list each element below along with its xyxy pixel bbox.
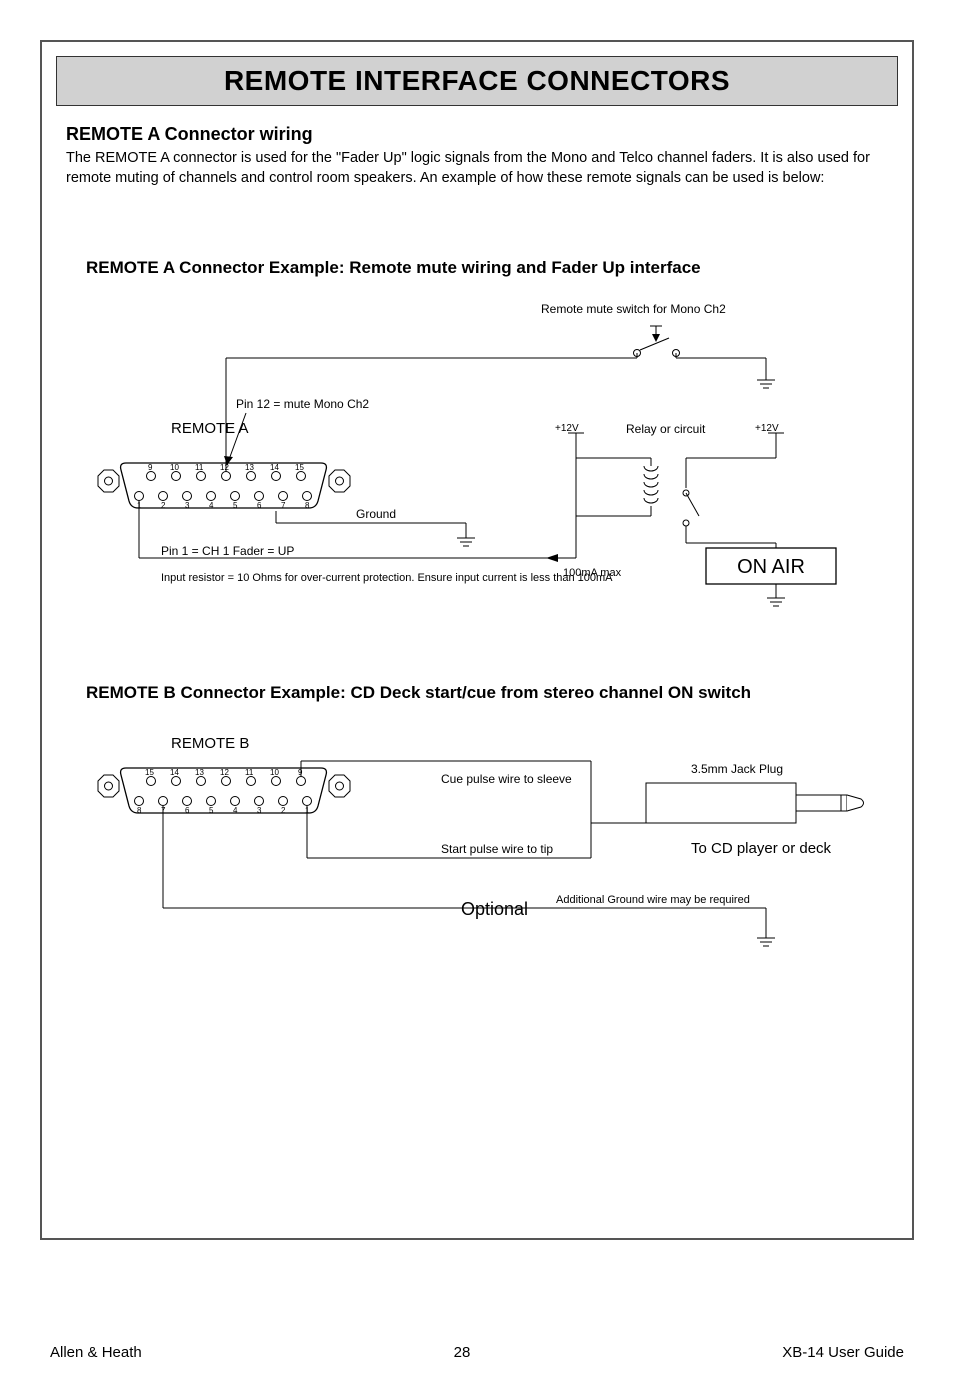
svg-text:4: 4 [209, 501, 214, 510]
pin1-note: Pin 1 = CH 1 Fader = UP [161, 544, 294, 558]
svg-text:12: 12 [220, 463, 229, 472]
svg-text:11: 11 [195, 463, 204, 472]
svg-text:14: 14 [170, 768, 179, 777]
to-player-label: To CD player or deck [691, 840, 832, 857]
page-title: REMOTE INTERFACE CONNECTORS [56, 56, 898, 106]
svg-text:10: 10 [270, 768, 279, 777]
page-footer: Allen & Heath 28 XB-14 User Guide [0, 1344, 954, 1361]
svg-text:8: 8 [305, 501, 310, 510]
relay-label: Relay or circuit [626, 422, 706, 436]
remote-b-label: REMOTE B [171, 735, 249, 752]
v12-left: +12V [555, 423, 579, 434]
cue-label: Cue pulse wire to sleeve [441, 772, 572, 786]
example-b-heading: REMOTE B Connector Example: CD Deck star… [86, 683, 888, 703]
remote-b-diagram: REMOTE B 15 14 13 12 11 10 9 [66, 723, 888, 1013]
svg-text:6: 6 [257, 501, 262, 510]
svg-text:13: 13 [245, 463, 254, 472]
footer-right: XB-14 User Guide [782, 1344, 904, 1361]
svg-text:2: 2 [161, 501, 166, 510]
svg-text:12: 12 [220, 768, 229, 777]
extra-ground-label: Additional Ground wire may be required [556, 894, 750, 906]
svg-text:5: 5 [209, 806, 214, 815]
jack-plug-icon [591, 783, 864, 823]
svg-text:15: 15 [145, 768, 154, 777]
on-air-box: ON AIR [737, 556, 805, 578]
v12-right: +12V [755, 423, 779, 434]
switch-label: Remote mute switch for Mono Ch2 [541, 302, 726, 316]
relay-coil-icon [644, 458, 658, 516]
svg-text:4: 4 [233, 806, 238, 815]
svg-text:3: 3 [257, 806, 262, 815]
section-a-heading: REMOTE A Connector wiring [66, 124, 888, 145]
section-a-body: The REMOTE A connector is used for the "… [66, 149, 888, 188]
content-area: REMOTE A Connector wiring The REMOTE A c… [42, 106, 912, 1013]
example-a-heading: REMOTE A Connector Example: Remote mute … [86, 258, 888, 278]
svg-text:13: 13 [195, 768, 204, 777]
resistor-note-1: Input resistor = 10 Ohms for over-curren… [161, 572, 613, 584]
page-frame: REMOTE INTERFACE CONNECTORS REMOTE A Con… [40, 40, 914, 1240]
svg-text:6: 6 [185, 806, 190, 815]
mute-switch-icon [226, 326, 680, 358]
relay-contact-icon [683, 490, 699, 526]
svg-text:10: 10 [170, 463, 179, 472]
footer-center: 28 [454, 1344, 471, 1361]
svg-text:15: 15 [295, 463, 304, 472]
svg-text:11: 11 [245, 768, 254, 777]
pin12-note: Pin 12 = mute Mono Ch2 [236, 397, 369, 411]
footer-left: Allen & Heath [50, 1344, 142, 1361]
optional-label: Optional [461, 899, 528, 919]
remote-a-diagram: REMOTE A Pin 12 = mute Mono Ch2 9 [66, 298, 888, 628]
svg-text:7: 7 [281, 501, 286, 510]
ground-label: Ground [356, 507, 396, 521]
jack-label: 3.5mm Jack Plug [691, 762, 783, 776]
svg-text:8: 8 [137, 806, 142, 815]
start-label: Start pulse wire to tip [441, 842, 553, 856]
svg-text:5: 5 [233, 501, 238, 510]
bottom-pins: 1 2 3 4 5 6 7 8 [135, 492, 312, 511]
svg-text:2: 2 [281, 806, 286, 815]
ground-icon [757, 380, 775, 388]
remote-a-label: REMOTE A [171, 420, 249, 437]
svg-text:3: 3 [185, 501, 190, 510]
svg-text:14: 14 [270, 463, 279, 472]
svg-text:9: 9 [148, 463, 153, 472]
